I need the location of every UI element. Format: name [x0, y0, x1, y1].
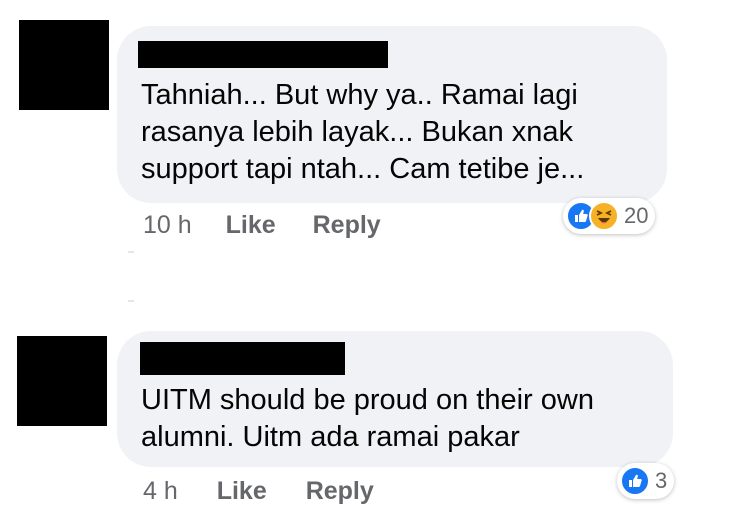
- comment-actions: 10 h Like Reply: [143, 211, 381, 240]
- reaction-count: 20: [624, 203, 649, 228]
- avatar[interactable]: [17, 336, 107, 426]
- avatar[interactable]: [19, 20, 109, 110]
- divider: [128, 300, 134, 302]
- comment-bubble: Tahniah... But why ya.. Ramai lagi rasan…: [117, 26, 667, 203]
- like-button[interactable]: Like: [217, 477, 267, 505]
- reaction-count: 3: [655, 468, 668, 493]
- reaction-summary[interactable]: 20: [563, 198, 656, 234]
- comment-text-line: UITM should be proud on their own: [141, 384, 594, 416]
- like-button[interactable]: Like: [226, 211, 276, 239]
- reply-button[interactable]: Reply: [306, 477, 374, 505]
- like-reaction-icon: [620, 466, 650, 496]
- haha-reaction-icon: [589, 201, 619, 231]
- redacted-author-name[interactable]: [138, 41, 388, 68]
- timestamp[interactable]: 10 h: [143, 211, 192, 239]
- divider: [128, 251, 134, 253]
- reply-button[interactable]: Reply: [313, 211, 381, 239]
- reaction-summary[interactable]: 3: [617, 463, 675, 499]
- comment-text-line: Tahniah... But why ya.. Ramai lagi: [141, 79, 578, 111]
- comment-bubble: UITM should be proud on their own alumni…: [117, 331, 673, 467]
- comment-text-line: support tapi ntah... Cam tetibe je...: [141, 153, 585, 185]
- comment-text-line: alumni. Uitm ada ramai pakar: [141, 421, 520, 453]
- timestamp[interactable]: 4 h: [143, 477, 178, 505]
- comment-text-line: rasanya lebih layak... Bukan xnak: [141, 116, 574, 148]
- comment-actions: 4 h Like Reply: [143, 477, 374, 506]
- redacted-author-name[interactable]: [140, 342, 345, 375]
